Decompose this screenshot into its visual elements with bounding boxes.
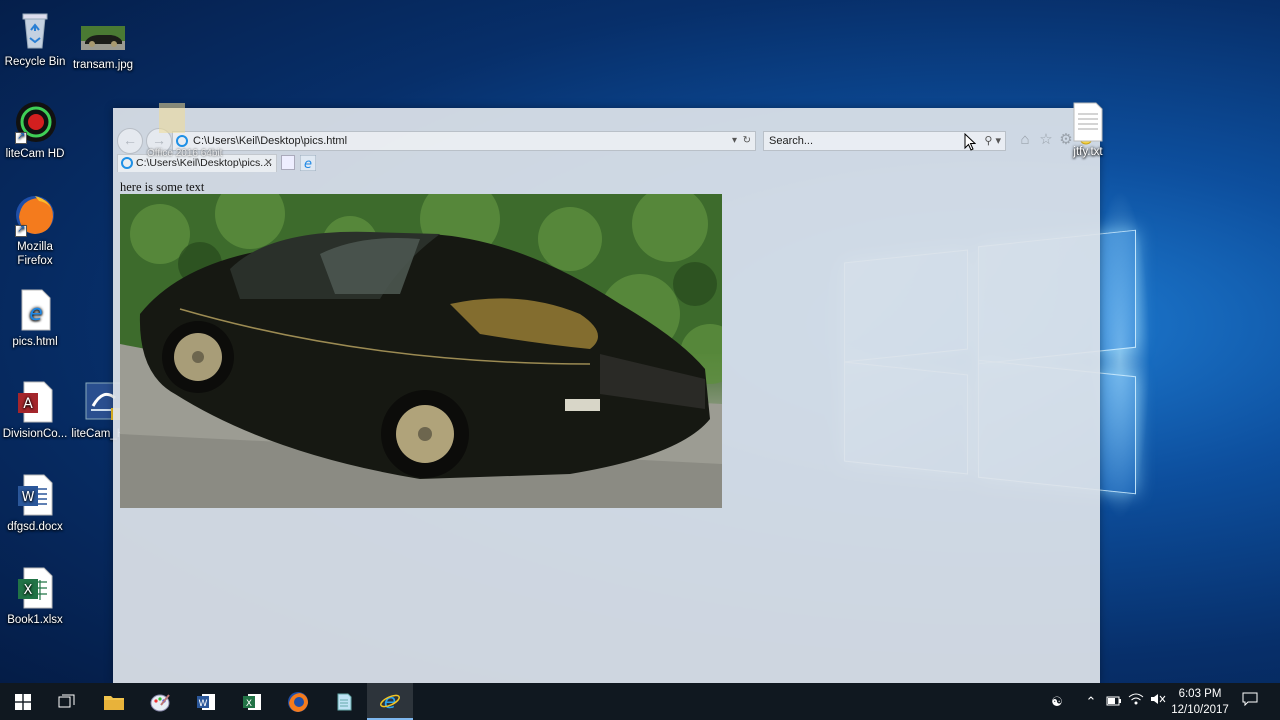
task-view-icon [58,694,75,707]
address-bar[interactable]: C:\Users\Keil\Desktop\pics.html ▾ ↻ [172,131,756,151]
new-tab-button[interactable] [281,155,295,170]
jtfy-txt-desktop-icon[interactable]: jtfy.txt [1053,102,1123,159]
firefox-desktop-icon[interactable]: Mozilla Firefox [0,193,70,268]
recycle-bin-icon [13,8,57,52]
mouse-cursor-icon [964,133,976,151]
icon-label: Book1.xlsx [7,614,63,626]
internet-explorer-window[interactable]: ← → C:\Users\Keil\Desktop\pics.html ▾ ↻ … [113,108,1100,683]
svg-text:X: X [246,699,252,709]
car-image [120,194,722,508]
task-view-button[interactable] [44,683,90,720]
svg-text:e: e [304,157,312,171]
text-file-icon [1066,102,1110,142]
litecam-icon [13,100,57,144]
icon-label: liteCam HD [5,148,65,160]
refresh-icon[interactable]: ↻ [743,132,751,150]
icon-label: DivisionCo... [2,428,68,440]
search-placeholder: Search... [769,135,814,147]
svg-text:A: A [23,396,33,412]
search-icon[interactable]: ⚲ ▾ [984,132,1001,150]
folder-icon [104,695,124,710]
office-ghost-label: Office 2016 64bit [147,148,223,159]
access-file-icon: A [13,380,57,424]
close-tab-icon[interactable]: ✕ [264,155,273,171]
dropdown-arrow-icon[interactable]: ▾ [732,132,737,150]
divisionco-desktop-icon[interactable]: A DivisionCo... [0,380,70,441]
svg-text:e: e [29,301,43,326]
transam-jpg-desktop-icon[interactable]: transam.jpg [68,20,138,72]
word-file-icon: W [13,473,57,517]
excel-taskbar-button[interactable]: X [229,683,275,720]
back-arrow-icon: ← [123,132,137,148]
word-taskbar-button[interactable]: W [183,683,229,720]
icon-label: jtfy.txt [1073,146,1103,158]
internet-explorer-taskbar-button[interactable]: e [367,683,413,720]
paint-taskbar-button[interactable] [137,683,183,720]
recycle-bin-desktop-icon[interactable]: Recycle Bin [0,8,70,69]
icon-label: transam.jpg [72,59,134,71]
notepad-icon [337,693,352,710]
back-button[interactable]: ← [117,128,143,154]
html-file-icon: e [13,288,57,332]
home-icon[interactable]: ⌂ [1016,131,1034,149]
windows-start-icon [15,693,31,710]
book1-xlsx-desktop-icon[interactable]: X Book1.xlsx [0,566,70,627]
word-icon: W [197,693,215,710]
tab-strip: C:\Users\Keil\Desktop\pics.... ✕ e [113,154,1100,172]
litecam-hd-desktop-icon[interactable]: liteCam HD [0,100,70,161]
office-folder-icon [159,103,185,133]
firefox-icon [13,193,57,237]
taskbar: W X e ☯ ⌃ 6:03 PM 12/10/2017 [0,683,1280,720]
internet-explorer-icon: e [380,690,400,712]
show-hidden-icons-chevron-icon[interactable]: ⌃ [1082,683,1100,720]
icon-label: pics.html [12,336,58,348]
paint-icon [150,693,170,711]
ie-tab-icon [121,157,133,169]
taskbar-clock[interactable]: 6:03 PM 12/10/2017 [1166,686,1234,718]
volume-muted-icon[interactable] [1148,683,1168,720]
firefox-icon [288,691,308,712]
svg-text:W: W [22,490,35,505]
icon-label: Mozilla Firefox [17,241,53,267]
dfgsd-docx-desktop-icon[interactable]: W dfgsd.docx [0,473,70,534]
clock-time: 6:03 PM [1178,688,1222,700]
navigation-bar: ← → C:\Users\Keil\Desktop\pics.html ▾ ↻ … [113,128,1100,154]
svg-text:W: W [199,699,208,709]
excel-file-icon: X [13,566,57,610]
firefox-taskbar-button[interactable] [275,683,321,720]
file-explorer-taskbar-button[interactable] [91,683,137,720]
clock-date: 12/10/2017 [1171,704,1229,716]
icon-label: Recycle Bin [4,56,66,68]
image-thumbnail-icon [81,26,125,50]
battery-icon[interactable] [1104,683,1124,720]
people-icon[interactable]: ☯ [1047,683,1067,720]
ie-page-icon [176,135,188,147]
page-text: here is some text [120,180,205,194]
forward-arrow-icon: → [152,132,166,148]
pics-html-desktop-icon[interactable]: e pics.html [0,288,70,349]
icon-label: dfgsd.docx [7,521,63,533]
ie-logo-icon: e [300,155,316,176]
address-text: C:\Users\Keil\Desktop\pics.html [193,135,348,147]
svg-text:X: X [24,583,33,598]
excel-icon: X [243,693,261,710]
page-content: here is some text [113,174,1100,683]
wifi-icon[interactable] [1126,683,1146,720]
start-button[interactable] [0,683,46,720]
notepad-taskbar-button[interactable] [321,683,367,720]
action-center-icon[interactable] [1238,683,1262,720]
svg-text:e: e [384,690,396,712]
